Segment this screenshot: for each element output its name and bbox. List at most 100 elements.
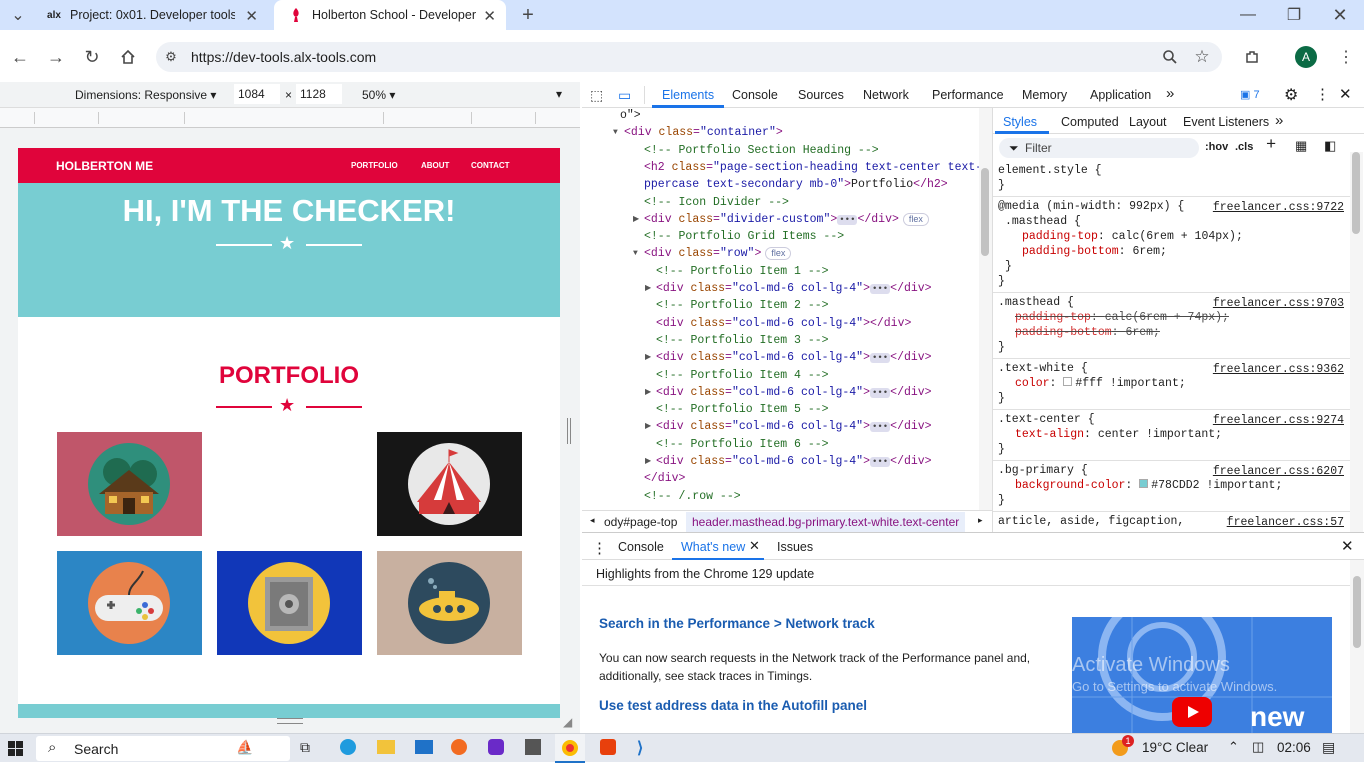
nav-about[interactable]: ABOUT [421, 161, 449, 170]
css-selector[interactable]: .bg-primary { [998, 463, 1088, 478]
windows-start-icon[interactable] [8, 741, 23, 756]
dom-node-line[interactable]: o"> [620, 108, 641, 124]
dom-node-line[interactable]: ppercase text-secondary mb-0">Portfolio<… [644, 177, 948, 193]
css-declaration[interactable]: background-color: #78CDD2 !important; [1015, 478, 1282, 493]
tab-styles[interactable]: Styles [1003, 115, 1037, 129]
new-rule-plus-icon[interactable]: + [1266, 136, 1276, 155]
toggle-sidebar-icon[interactable]: ◧ [1324, 139, 1336, 154]
firefox-icon[interactable] [451, 739, 467, 755]
tab-sources[interactable]: Sources [798, 88, 844, 102]
styles-scrollbar[interactable] [1350, 152, 1363, 532]
dom-node-line[interactable]: ▼ <div class="container"> [613, 125, 783, 141]
resize-corner-icon[interactable]: ◢ [563, 715, 572, 729]
dom-node-line[interactable]: ▶ <div class="divider-custom"> ••• </div> fl… [633, 212, 929, 228]
css-source-link[interactable]: freelancer.css:9722 [1213, 201, 1344, 214]
css-selector[interactable]: article, aside, figcaption, [998, 514, 1184, 529]
width-input[interactable]: 1084 [234, 84, 280, 104]
chrome-menu-icon[interactable]: ⋮ [1334, 45, 1358, 69]
dom-node-line[interactable]: </div> [644, 471, 685, 487]
css-source-link[interactable]: freelancer.css:9362 [1213, 363, 1344, 376]
drawer-tab-issues[interactable]: Issues [777, 540, 813, 554]
css-brace[interactable]: } [998, 442, 1005, 457]
crumb-scroll-right-icon[interactable]: ▸ [978, 515, 983, 526]
home-icon[interactable] [116, 45, 140, 69]
dom-comment-node[interactable]: <!-- Portfolio Item 6 --> [656, 437, 829, 453]
back-icon[interactable]: ← [8, 45, 32, 69]
more-tabs-chevron-icon[interactable]: » [1166, 85, 1174, 102]
zoom-select[interactable]: 50% ▾ [362, 88, 395, 102]
tab-computed[interactable]: Computed [1061, 115, 1119, 129]
dom-comment-node[interactable]: <!-- Portfolio Item 2 --> [656, 298, 829, 314]
breadcrumb-header[interactable]: header.masthead.bg-primary.text-white.te… [686, 512, 966, 532]
file-explorer-icon[interactable] [377, 740, 395, 754]
nav-contact[interactable]: CONTACT [471, 161, 510, 170]
cls-toggle[interactable]: .cls [1235, 141, 1253, 153]
zoom-icon[interactable] [1158, 45, 1182, 69]
crumb-scroll-left-icon[interactable]: ◂ [590, 515, 595, 526]
elements-scrollbar[interactable] [979, 108, 992, 510]
portfolio-item-1[interactable] [57, 432, 202, 536]
resize-handle-right[interactable] [567, 418, 571, 444]
css-source-link[interactable]: freelancer.css:9274 [1213, 414, 1344, 427]
device-toggle-icon[interactable]: ▭ [618, 87, 631, 104]
bookmark-star-icon[interactable]: ☆ [1190, 45, 1214, 69]
app-icon[interactable] [488, 739, 504, 755]
css-brace[interactable]: } [998, 493, 1005, 508]
minimize-icon[interactable]: — [1236, 3, 1260, 27]
drawer-menu-icon[interactable]: ⋮ [592, 539, 607, 557]
brand-link[interactable]: HOLBERTON ME [56, 159, 153, 173]
close-whats-new-icon[interactable]: ✕ [749, 538, 760, 554]
play-button-icon[interactable] [1172, 697, 1212, 727]
css-brace[interactable]: } [998, 340, 1005, 355]
dom-comment-node[interactable]: <!-- Portfolio Item 4 --> [656, 368, 829, 384]
tab-memory[interactable]: Memory [1022, 88, 1067, 102]
task-view-icon[interactable]: ⧉ [300, 739, 310, 756]
css-declaration[interactable]: padding-top: calc(6rem + 74px); [1015, 310, 1229, 325]
tab-event-listeners[interactable]: Event Listeners [1183, 115, 1269, 129]
hov-toggle[interactable]: :hov [1205, 141, 1228, 153]
dom-node-line[interactable]: ▶ <div class="col-md-6 col-lg-4"> ••• </div… [645, 454, 932, 470]
css-declaration[interactable]: padding-bottom: 6rem; [1015, 325, 1160, 340]
dom-comment-node[interactable]: <!-- Portfolio Item 5 --> [656, 402, 829, 418]
devtools-menu-icon[interactable]: ⋮ [1315, 85, 1330, 103]
css-declaration[interactable]: text-align: center !important; [1015, 427, 1222, 442]
chrome-taskbar-button[interactable] [555, 734, 585, 763]
paint-icon[interactable]: ▦ [1295, 139, 1307, 154]
close-tab-icon[interactable]: ✕ [245, 7, 258, 25]
css-source-link[interactable]: freelancer.css:57 [1227, 516, 1344, 529]
wps-icon[interactable] [600, 739, 616, 755]
drawer-tab-console[interactable]: Console [618, 540, 664, 554]
extensions-icon[interactable] [1240, 45, 1264, 69]
device-more-icon[interactable]: ▾ [556, 87, 562, 101]
dom-node-line[interactable]: <div class="col-md-6 col-lg-4"></div> [656, 316, 911, 332]
height-input[interactable]: 1128 [296, 84, 342, 104]
css-brace[interactable]: } [998, 178, 1005, 193]
restore-icon[interactable]: ❐ [1282, 3, 1306, 27]
settings-gear-icon[interactable]: ⚙ [1284, 85, 1298, 105]
whats-new-video-thumbnail[interactable]: new Activate Windows Go to Settings to a… [1072, 617, 1332, 733]
tab-network[interactable]: Network [863, 88, 909, 102]
new-tab-icon[interactable]: + [516, 3, 540, 27]
news-title-1[interactable]: Search in the Performance > Network trac… [599, 616, 875, 631]
close-drawer-icon[interactable]: ✕ [1341, 537, 1354, 555]
mail-icon[interactable] [415, 740, 433, 754]
dom-comment-node[interactable]: <!-- Portfolio Item 3 --> [656, 333, 829, 349]
dom-node-line[interactable]: ▶ <div class="col-md-6 col-lg-4"> ••• </div… [645, 350, 932, 366]
styles-filter-input[interactable]: ⏷ Filter [999, 138, 1199, 158]
breadcrumb-body[interactable]: ody#page-top [604, 515, 677, 529]
close-devtools-icon[interactable]: ✕ [1339, 85, 1352, 103]
tab-layout[interactable]: Layout [1129, 115, 1167, 129]
edge-icon[interactable] [340, 739, 356, 755]
dom-comment-node[interactable]: <!-- Icon Divider --> [644, 195, 789, 211]
resize-handle-bottom[interactable] [277, 718, 303, 724]
site-info-icon[interactable]: ⚙ [159, 45, 183, 69]
dom-comment-node[interactable]: <!-- /.row --> [644, 489, 741, 505]
css-selector[interactable]: @media (min-width: 992px) { [998, 199, 1184, 214]
dom-node-line[interactable]: ▶ <div class="col-md-6 col-lg-4"> ••• </div… [645, 281, 932, 297]
reload-icon[interactable]: ↻ [80, 45, 104, 69]
tab-application[interactable]: Application [1090, 88, 1151, 102]
css-declaration[interactable]: padding-top: calc(6rem + 104px); [1022, 229, 1243, 244]
dimensions-select[interactable]: Dimensions: Responsive ▾ [75, 88, 216, 102]
tab-holberton[interactable]: Holberton School - Developer t ✕ [274, 0, 506, 30]
network-icon[interactable]: ◫ [1252, 739, 1264, 755]
